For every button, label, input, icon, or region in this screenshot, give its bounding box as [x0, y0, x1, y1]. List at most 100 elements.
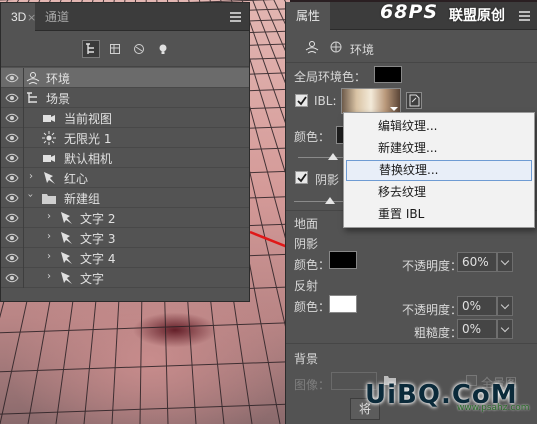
reflection-opacity-field[interactable]: 0%	[457, 296, 497, 316]
edit-texture-icon[interactable]	[406, 92, 422, 109]
tab-channels-label: 通道	[45, 10, 70, 24]
ground-opacity-field[interactable]: 60%	[457, 252, 497, 272]
menu-item-replace-texture[interactable]: 替换纹理...	[346, 160, 532, 181]
ibl-checkbox[interactable]	[295, 94, 308, 107]
ibl-texture-context-menu: 编辑纹理... 新建纹理... 替换纹理... 移去纹理 重置 IBL	[343, 112, 535, 228]
visibility-eye-icon[interactable]	[5, 232, 19, 244]
tab-channels[interactable]: 通道	[35, 3, 79, 31]
environment-icon	[26, 72, 40, 85]
collapse-chevron-icon[interactable]: ›	[25, 194, 36, 198]
layer-label: 新建组	[64, 192, 101, 206]
reflection-opacity-value: 0%	[462, 299, 482, 313]
3d-panel: 3D × 通道 环境 场景 当前视图 无限光 1 默认相机 › 红心 › 新建组…	[0, 2, 250, 302]
expand-chevron-icon[interactable]: ›	[47, 251, 51, 262]
menu-item-label: 新建纹理...	[378, 141, 438, 155]
visibility-eye-icon[interactable]	[5, 132, 19, 144]
layer-row-scene[interactable]: 场景	[1, 88, 249, 108]
layer-row-text-2[interactable]: › 文字 2	[1, 208, 249, 228]
reflection-label: 反射	[294, 279, 319, 293]
chevron-down-icon	[390, 107, 398, 111]
expand-chevron-icon[interactable]: ›	[47, 231, 51, 242]
tab-properties-label: 属性	[296, 9, 321, 23]
ground-opacity-dropdown-icon[interactable]	[497, 252, 513, 272]
menu-item-edit-texture[interactable]: 编辑纹理...	[346, 116, 532, 137]
layer-row-new-group[interactable]: › 新建组	[1, 188, 249, 208]
panel-menu-icon[interactable]	[230, 12, 241, 22]
menu-item-label: 重置 IBL	[378, 207, 425, 221]
layer-row-environment[interactable]: 环境	[1, 68, 249, 88]
watermark-url: www.psahz.com	[457, 403, 530, 413]
visibility-eye-icon[interactable]	[5, 192, 19, 204]
layer-row-text[interactable]: › 文字	[1, 268, 249, 288]
layer-row-text-4[interactable]: › 文字 4	[1, 248, 249, 268]
scene-filter-icon[interactable]	[82, 40, 100, 58]
roughness-value: 0%	[462, 322, 482, 336]
ground-opacity-label: 不透明度：	[402, 259, 463, 273]
visibility-eye-icon[interactable]	[5, 252, 19, 264]
ibl-intensity-slider[interactable]	[328, 153, 338, 160]
layer-row-infinite-light[interactable]: 无限光 1	[1, 128, 249, 148]
layer-label: 无限光 1	[64, 132, 112, 146]
layer-label: 场景	[46, 92, 71, 106]
text-mesh-icon	[61, 252, 72, 264]
layer-label: 文字 4	[80, 252, 116, 266]
reflection-color-swatch[interactable]	[329, 295, 357, 313]
mesh-filter-icon[interactable]	[106, 40, 124, 58]
menu-item-remove-texture[interactable]: 移去纹理	[346, 182, 532, 203]
mesh-icon	[44, 172, 55, 184]
expand-chevron-icon[interactable]: ›	[29, 171, 33, 182]
layer-label: 文字 2	[80, 212, 116, 226]
expand-chevron-icon[interactable]: ›	[47, 211, 51, 222]
shadow-checkbox[interactable]	[295, 171, 308, 184]
light-filter-icon[interactable]	[154, 40, 172, 58]
shadow-softness-slider[interactable]	[325, 197, 335, 204]
layer-row-heart[interactable]: › 红心	[1, 168, 249, 188]
ibl-transform-icon[interactable]	[328, 39, 344, 55]
roughness-field[interactable]: 0%	[457, 319, 497, 339]
3d-panel-tabbar: 3D × 通道	[1, 3, 249, 31]
ibl-texture-thumbnail[interactable]	[341, 88, 401, 114]
layer-label: 默认相机	[64, 152, 113, 166]
layer-row-default-camera[interactable]: 默认相机	[1, 148, 249, 168]
reflection-opacity-label: 不透明度：	[402, 303, 463, 317]
layer-row-text-3[interactable]: › 文字 3	[1, 228, 249, 248]
layer-label: 文字 3	[80, 232, 116, 246]
global-ambient-label: 全局环境色：	[294, 70, 367, 84]
visibility-eye-icon[interactable]	[5, 172, 19, 184]
menu-item-label: 编辑纹理...	[378, 119, 438, 133]
layer-label: 文字	[80, 272, 105, 286]
menu-item-new-texture[interactable]: 新建纹理...	[346, 138, 532, 159]
layer-label: 红心	[64, 172, 89, 186]
folder-icon	[42, 194, 56, 204]
visibility-eye-icon[interactable]	[5, 272, 19, 284]
expand-chevron-icon[interactable]: ›	[47, 271, 51, 282]
ground-shadow-color-swatch[interactable]	[329, 251, 357, 269]
text-mesh-icon	[61, 232, 72, 244]
visibility-eye-icon[interactable]	[5, 152, 19, 164]
material-filter-icon[interactable]	[130, 40, 148, 58]
menu-item-reset-ibl[interactable]: 重置 IBL	[346, 204, 532, 225]
layer-label: 环境	[46, 72, 71, 86]
visibility-eye-icon[interactable]	[5, 72, 19, 84]
ground-color-label: 颜色：	[294, 258, 331, 272]
ibl-color-label: 颜色：	[294, 130, 331, 144]
text-mesh-icon	[61, 272, 72, 284]
tab-properties[interactable]: 属性	[286, 2, 331, 30]
3d-filter-bar	[1, 31, 249, 67]
global-ambient-color-swatch[interactable]	[374, 66, 402, 83]
layer-row-current-view[interactable]: 当前视图	[1, 108, 249, 128]
layer-label: 当前视图	[64, 112, 113, 126]
environment-icon	[305, 41, 319, 54]
roughness-dropdown-icon[interactable]	[497, 319, 513, 339]
scene-icon	[27, 92, 37, 103]
panel-menu-icon[interactable]	[519, 11, 530, 21]
visibility-eye-icon[interactable]	[5, 212, 19, 224]
visibility-eye-icon[interactable]	[5, 112, 19, 124]
reflection-opacity-dropdown-icon[interactable]	[497, 296, 513, 316]
background-label: 背景	[294, 352, 319, 366]
section-title: 环境	[350, 43, 375, 57]
background-image-label: 图像：	[294, 378, 331, 392]
infinite-light-icon	[42, 131, 56, 145]
visibility-eye-icon[interactable]	[5, 92, 19, 104]
text-mesh-icon	[61, 212, 72, 224]
